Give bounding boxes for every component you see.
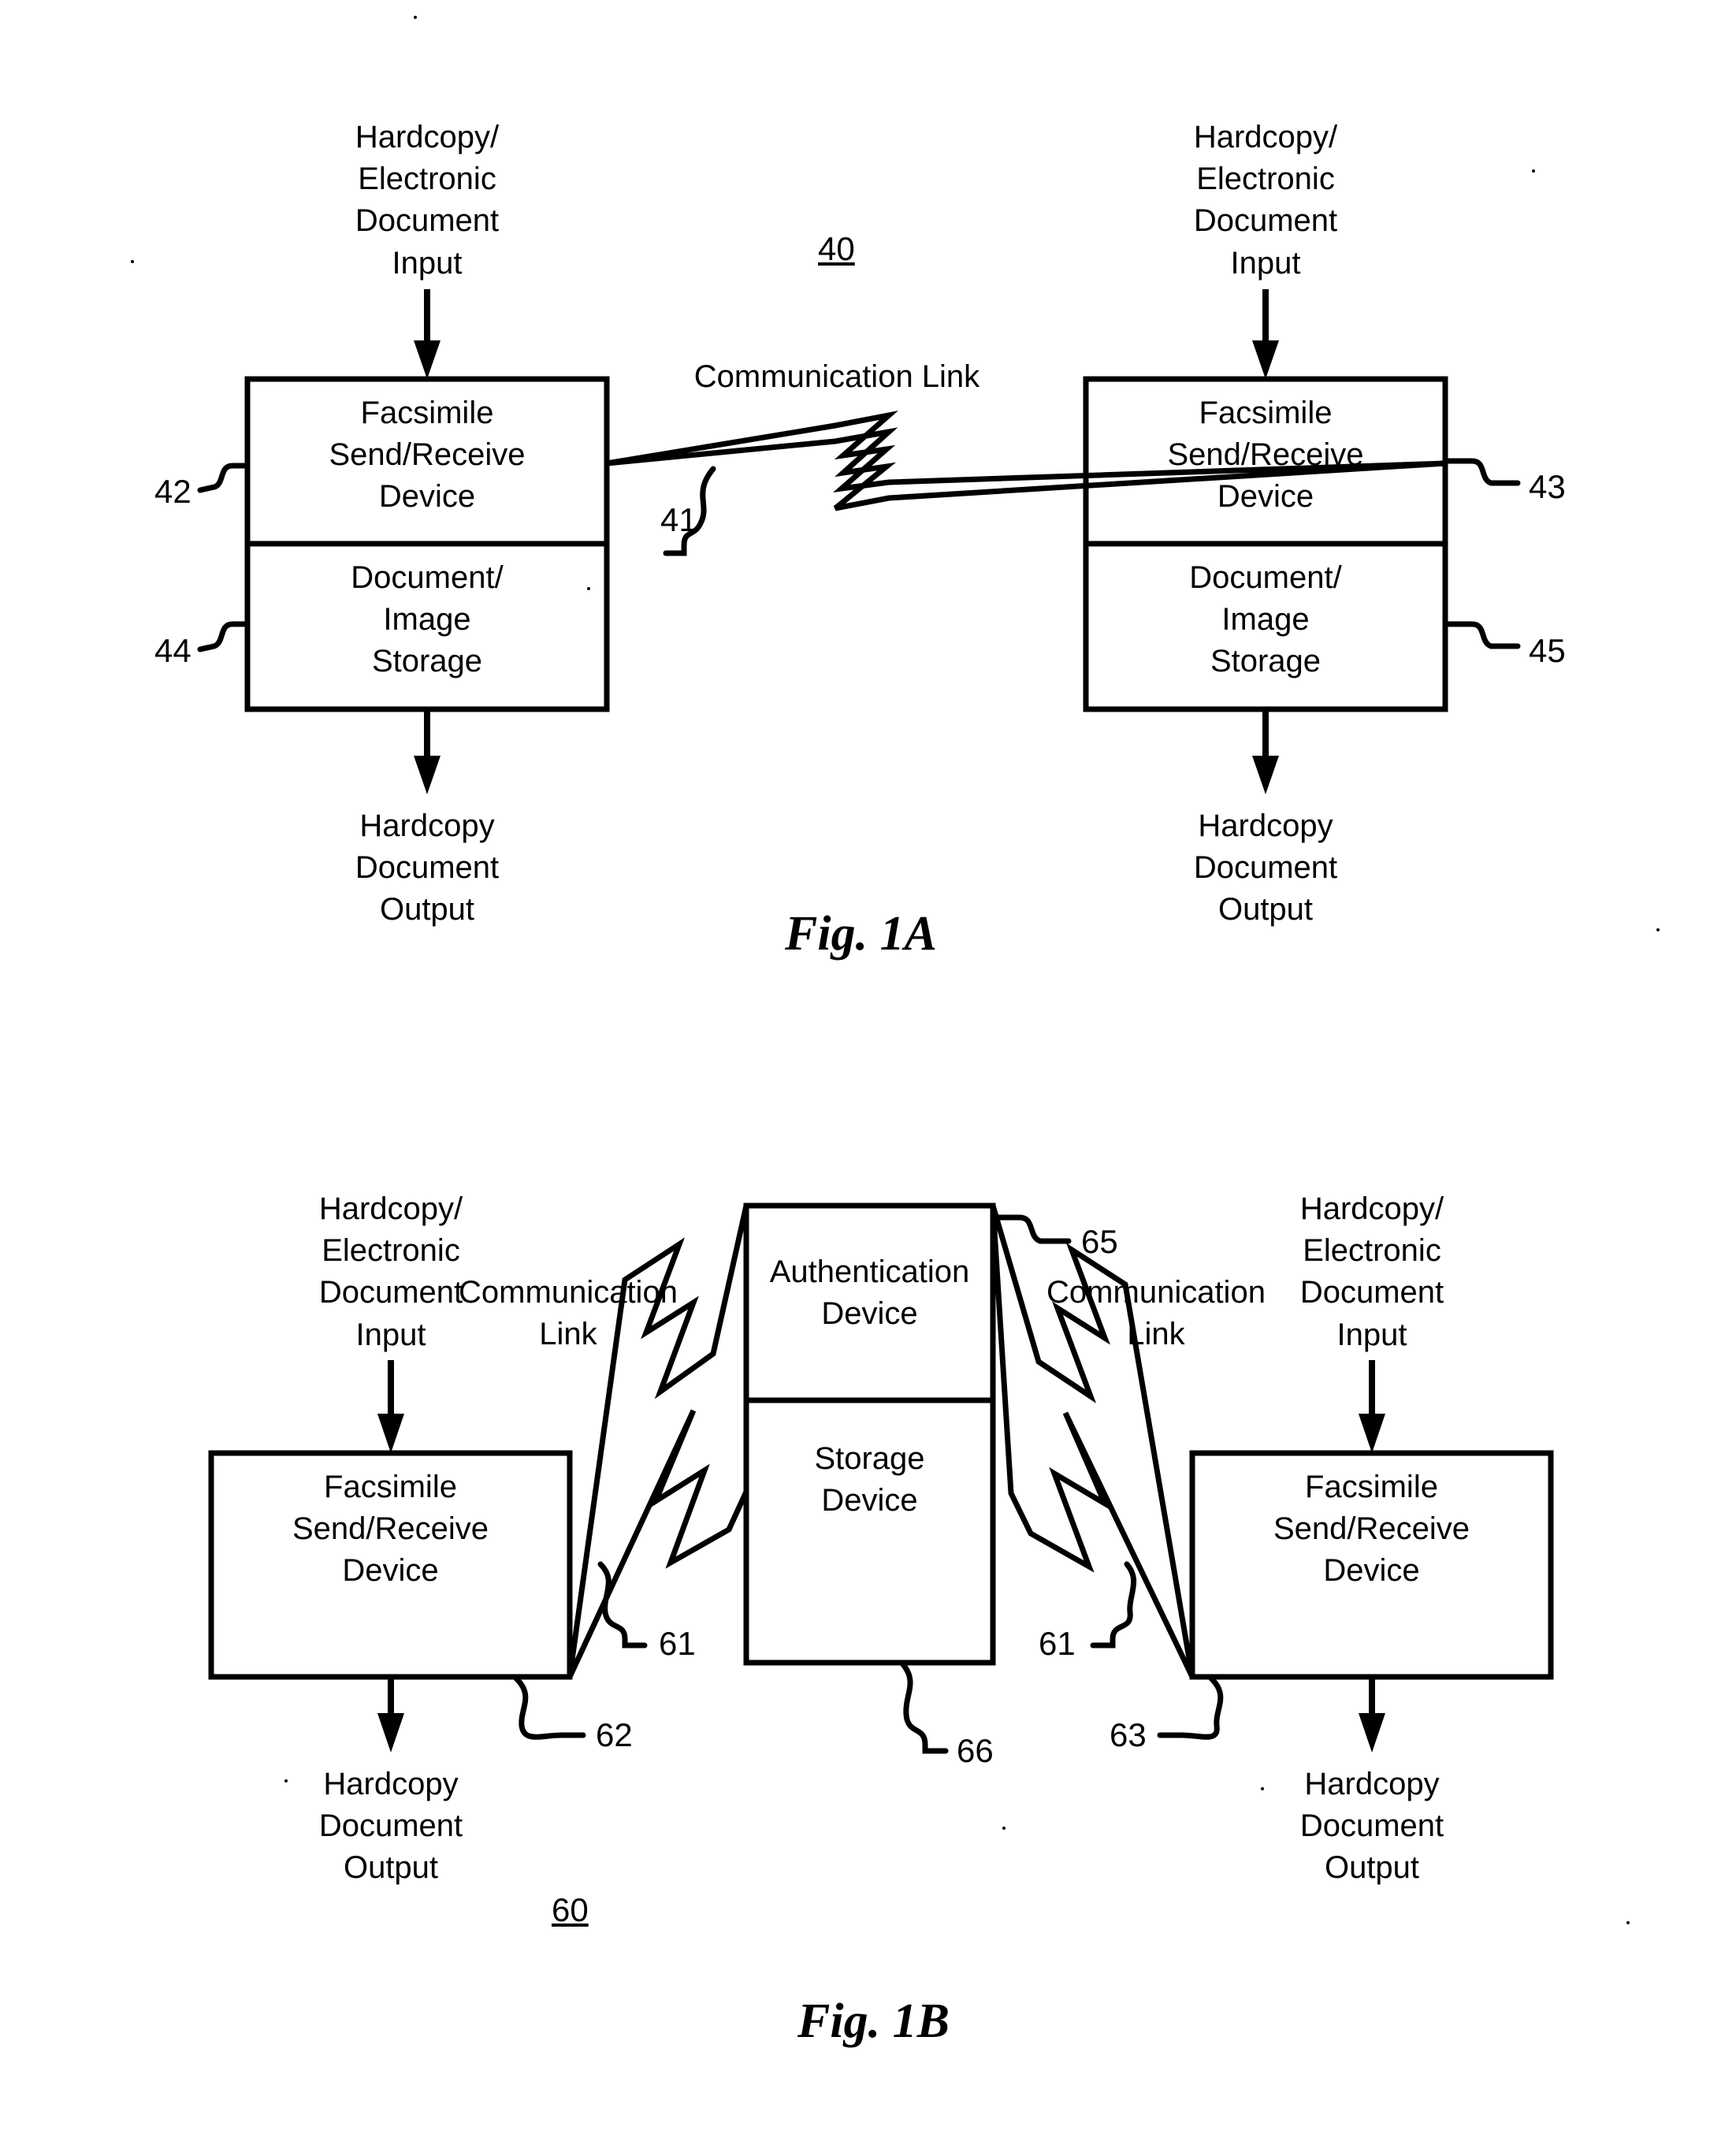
- fig1a-ref-44-leader: [197, 621, 251, 652]
- scan-speck: [131, 260, 134, 263]
- fig1a-communication-link-label: Communication Link: [693, 359, 980, 394]
- fig1b-ref-61-left: 61: [659, 1625, 696, 1662]
- fig1b-system-number: 60: [552, 1891, 589, 1928]
- fig1a-ref-44: 44: [154, 632, 191, 669]
- fig1a-system-number: 40: [818, 230, 855, 267]
- fig1a-caption: Fig. 1A: [785, 907, 937, 961]
- scan-speck: [284, 1779, 288, 1782]
- scan-speck: [587, 587, 590, 590]
- scan-speck: [1532, 169, 1535, 173]
- fig1b-ref-66: 66: [957, 1732, 994, 1769]
- fig1b-ref-61-right-leader: [1090, 1561, 1137, 1648]
- fig1a-ref-43: 43: [1529, 468, 1566, 505]
- fig1a-right-fax-label: Facsimile Send/Receive Device: [1167, 396, 1364, 515]
- fig1b-left-input-arrow: [377, 1360, 404, 1453]
- fig1a-left-input-label: Hardcopy/ Electronic Document Input: [355, 120, 500, 281]
- fig1b-right-fax-label: Facsimile Send/Receive Device: [1273, 1470, 1470, 1589]
- fig1a-left-fax-label: Facsimile Send/Receive Device: [329, 396, 526, 515]
- fig1a-right-storage-label: Document/ Image Storage: [1189, 560, 1342, 679]
- fig1a-right-output-label: Hardcopy Document Output: [1193, 808, 1338, 927]
- fig1a-ref-43-leader: [1442, 458, 1521, 486]
- fig1b-ref-61-right: 61: [1039, 1625, 1076, 1662]
- fig1b-left-communication-link-label: Communication Link: [459, 1275, 678, 1352]
- scan-speck: [1261, 1787, 1264, 1790]
- fig1b-ref-61-left-leader: [597, 1561, 648, 1648]
- fig1b-ref-63: 63: [1110, 1716, 1147, 1753]
- fig1b-storage-device-label: Storage Device: [814, 1441, 925, 1518]
- fig1b-left-output-label: Hardcopy Document Output: [318, 1767, 463, 1886]
- fig1a-ref-41: 41: [660, 501, 697, 538]
- fig1b-ref-62: 62: [596, 1716, 633, 1753]
- fig1a-left-storage-label: Document/ Image Storage: [351, 560, 504, 679]
- fig1b-ref-62-leader: [513, 1675, 586, 1740]
- fig1a-right-input-label: Hardcopy/ Electronic Document Input: [1193, 120, 1338, 281]
- fig1a-right-input-arrow: [1252, 289, 1279, 379]
- fig1b-right-input-arrow: [1359, 1360, 1385, 1453]
- fig1a-left-output-label: Hardcopy Document Output: [355, 808, 500, 927]
- fig1b-ref-65: 65: [1081, 1223, 1118, 1260]
- fig1a-left-output-arrow: [414, 709, 441, 794]
- fig1b-auth-device-label: Authentication Device: [769, 1254, 970, 1332]
- fig1b-right-input-label: Hardcopy/ Electronic Document Input: [1299, 1191, 1444, 1352]
- fig1a-ref-45-leader: [1442, 621, 1521, 649]
- fig1b-right-output-label: Hardcopy Document Output: [1299, 1767, 1444, 1886]
- fig1a-ref-45: 45: [1529, 632, 1566, 669]
- fig1a-left-input-arrow: [414, 289, 441, 379]
- fig1a-right-output-arrow: [1252, 709, 1279, 794]
- scan-speck: [1656, 928, 1660, 931]
- fig1b-ref-63-leader: [1157, 1675, 1224, 1740]
- fig1b-caption: Fig. 1B: [797, 1994, 950, 2048]
- scan-speck: [1626, 1921, 1630, 1924]
- fig1a-ref-42: 42: [154, 473, 191, 510]
- fig1b-right-communication-link-label: Communication Link: [1046, 1275, 1266, 1352]
- scan-speck: [1002, 1827, 1006, 1830]
- fig1b-ref-66-leader: [898, 1660, 949, 1754]
- fig1b-right-output-arrow: [1359, 1677, 1385, 1753]
- scan-speck: [414, 16, 417, 19]
- fig1b-left-output-arrow: [377, 1677, 404, 1753]
- fig1b-left-fax-label: Facsimile Send/Receive Device: [292, 1470, 489, 1589]
- fig1a-ref-42-leader: [197, 463, 251, 493]
